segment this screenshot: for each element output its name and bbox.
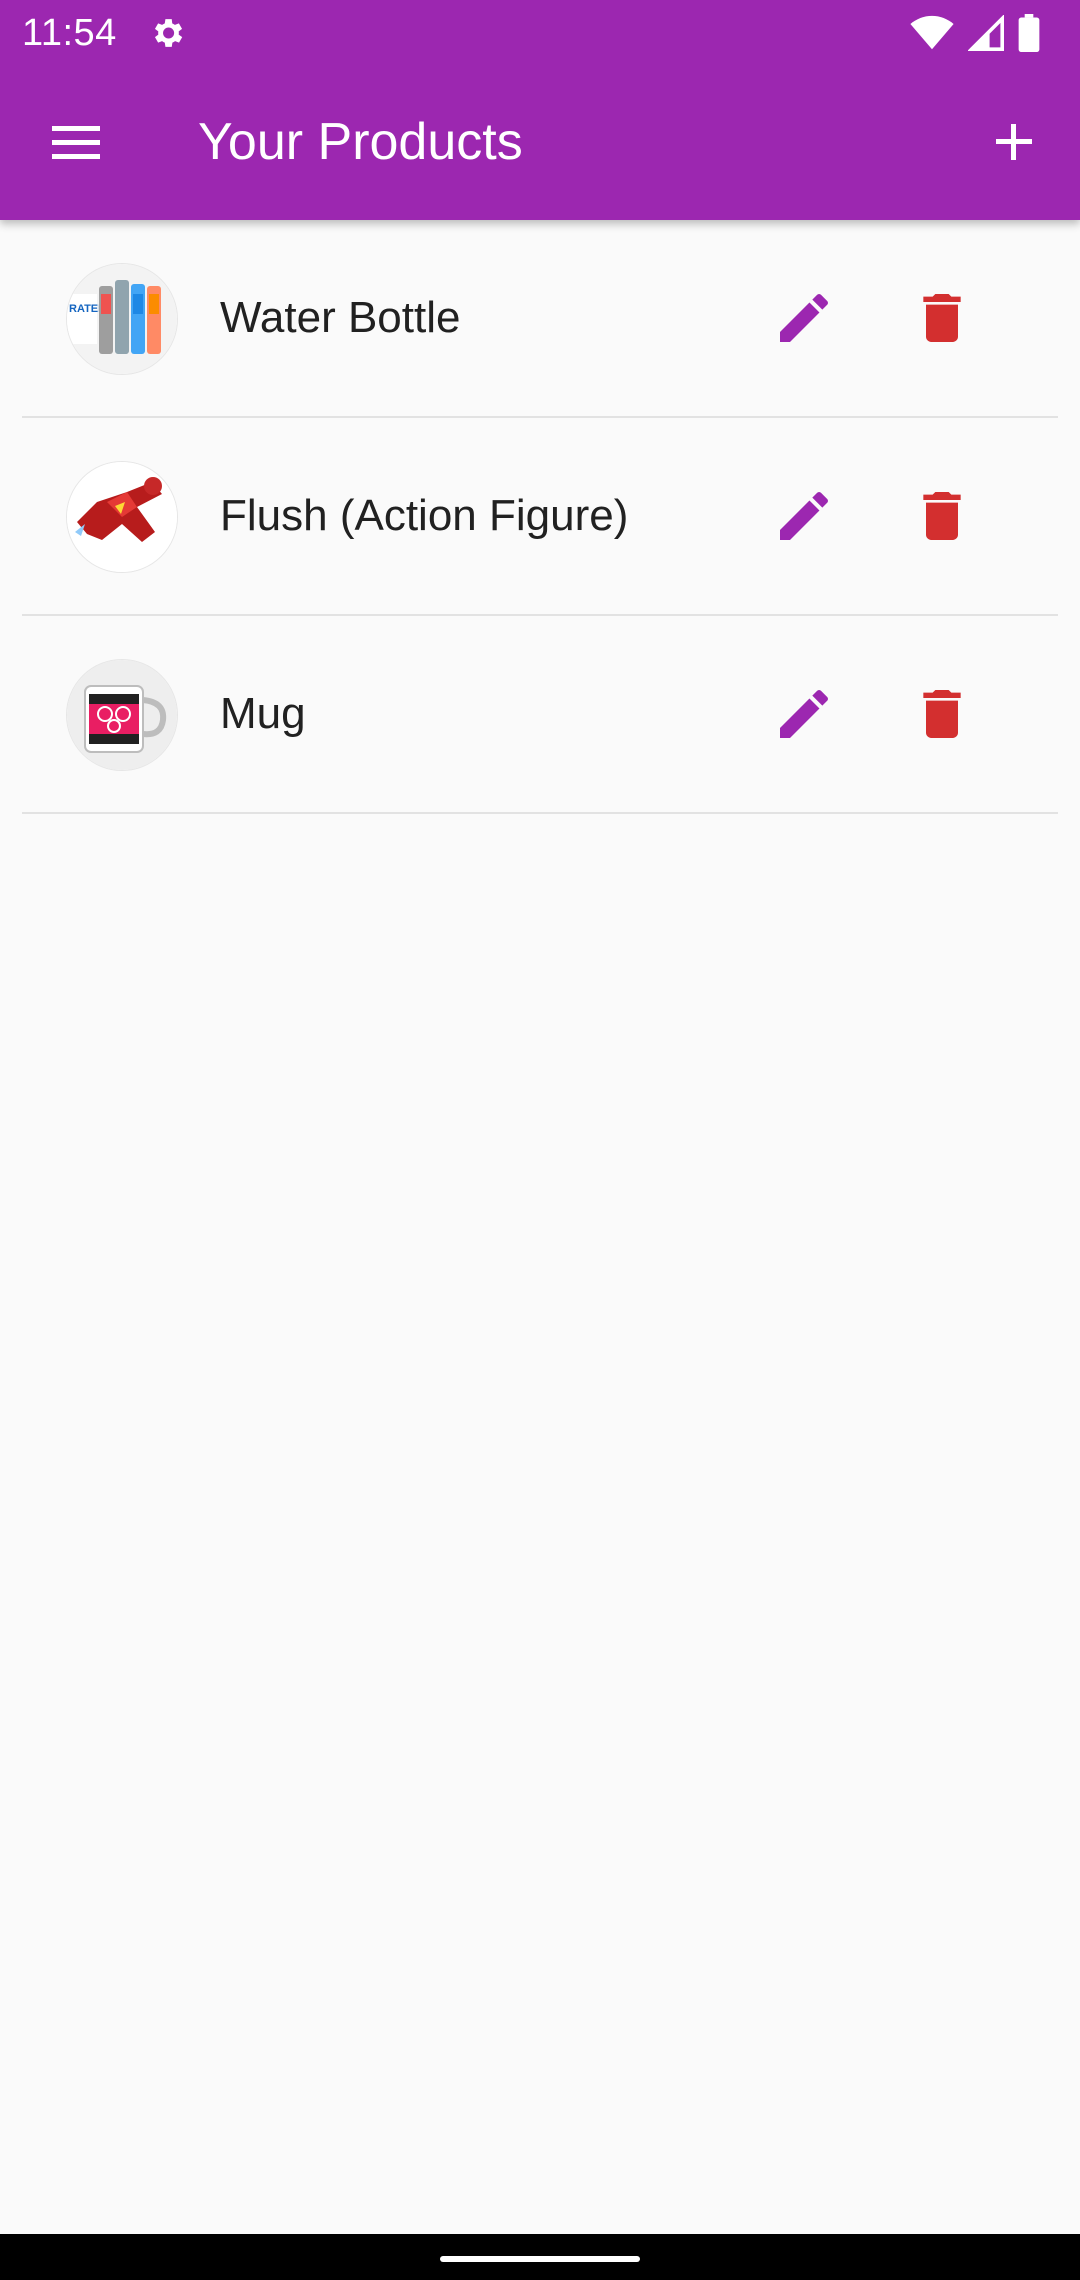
navigation-bar	[0, 2234, 1080, 2280]
battery-icon	[1018, 14, 1040, 52]
settings-icon	[154, 19, 183, 47]
page-title: Your Products	[198, 113, 523, 171]
product-name: Flush (Action Figure)	[220, 491, 629, 540]
product-row: Flush (Action Figure)	[22, 418, 1058, 616]
trash-icon[interactable]	[910, 682, 974, 746]
hamburger-menu-icon[interactable]	[38, 112, 114, 172]
app-bar: 11:54 Your Products	[0, 0, 1080, 220]
product-name: Mug	[220, 689, 306, 738]
product-thumbnail: RATED	[66, 263, 178, 375]
pencil-icon[interactable]	[772, 682, 836, 746]
wifi-icon	[910, 15, 954, 50]
pencil-icon[interactable]	[772, 286, 836, 350]
product-list: RATED Water Bottle Flush (Action Figure)…	[0, 220, 1080, 814]
add-product-button[interactable]	[984, 112, 1044, 172]
product-thumbnail	[66, 659, 178, 771]
product-row: Mug	[22, 616, 1058, 814]
status-time: 11:54	[22, 12, 117, 54]
toolbar: Your Products	[0, 66, 1080, 220]
signal-icon	[968, 15, 1004, 51]
trash-icon[interactable]	[910, 484, 974, 548]
trash-icon[interactable]	[910, 286, 974, 350]
home-indicator[interactable]	[440, 2256, 640, 2262]
product-thumbnail	[66, 461, 178, 573]
pencil-icon[interactable]	[772, 484, 836, 548]
status-bar: 11:54	[0, 0, 1080, 66]
product-row: RATED Water Bottle	[22, 220, 1058, 418]
product-name: Water Bottle	[220, 293, 461, 342]
